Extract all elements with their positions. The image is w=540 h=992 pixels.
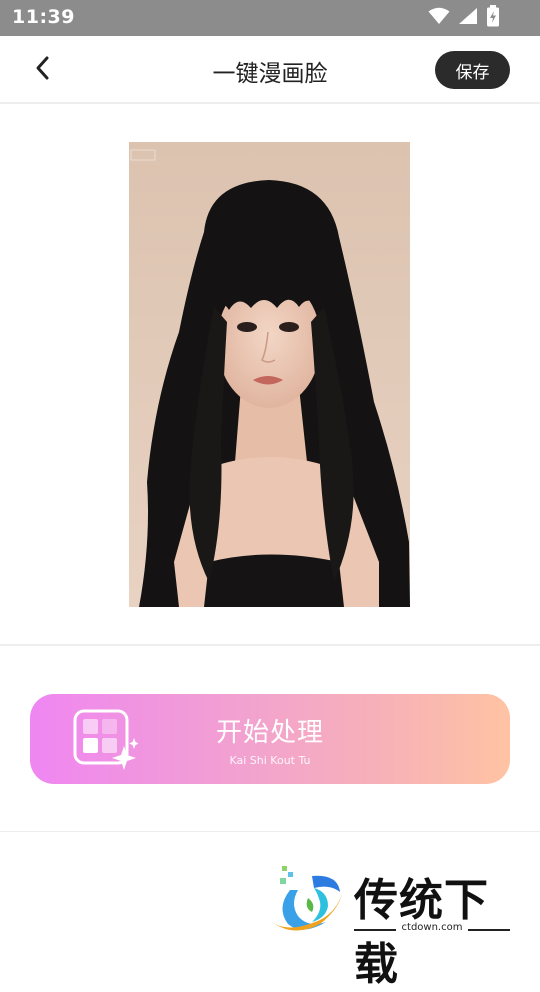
app-header: 一键漫画脸 保存 xyxy=(0,36,540,104)
action-area: 开始处理 Kai Shi Kout Tu xyxy=(0,646,540,832)
save-button[interactable]: 保存 xyxy=(435,51,510,89)
photo-area xyxy=(0,104,540,646)
start-processing-label: 开始处理 xyxy=(215,718,324,748)
watermark-url: ctdown.com xyxy=(354,922,510,933)
back-button[interactable] xyxy=(26,54,58,86)
chevron-left-icon xyxy=(33,55,51,85)
status-icons xyxy=(428,5,500,31)
wifi-icon xyxy=(428,7,450,29)
battery-charging-icon xyxy=(486,5,500,31)
start-processing-sublabel: Kai Shi Kout Tu xyxy=(229,754,311,767)
watermark: 传统下载 ctdown.com xyxy=(268,860,518,990)
signal-icon xyxy=(458,7,478,29)
start-processing-button[interactable]: 开始处理 Kai Shi Kout Tu xyxy=(30,694,510,784)
ctdown-logo-icon xyxy=(268,864,344,940)
portrait-photo[interactable] xyxy=(129,142,410,607)
status-bar: 11:39 xyxy=(0,0,540,36)
status-time: 11:39 xyxy=(12,6,75,28)
